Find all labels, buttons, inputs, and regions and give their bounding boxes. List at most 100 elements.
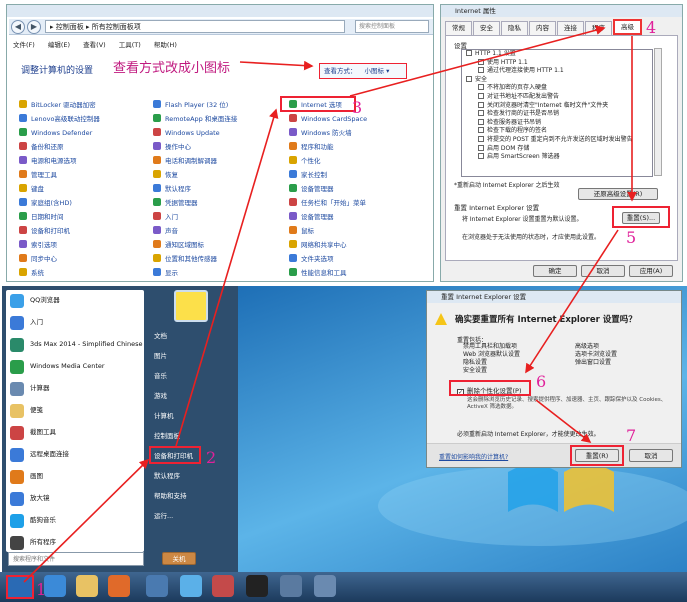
cp-item[interactable]: 个性化 — [289, 155, 367, 169]
ie-props-taskbar-icon[interactable] — [314, 575, 336, 597]
app-taskbar-icon[interactable] — [212, 575, 234, 597]
qq-browser-taskbar-icon[interactable] — [180, 575, 202, 597]
setting-row[interactable]: 启用 SmartScreen 筛选器 — [462, 153, 652, 162]
cp-item[interactable]: 设备管理器 — [289, 211, 367, 225]
ok-button[interactable]: 确定 — [533, 265, 577, 277]
tab-2[interactable]: 隐私 — [501, 21, 528, 35]
menu-file[interactable]: 文件(F) — [13, 41, 35, 49]
start-program-item[interactable]: 计算器 — [6, 378, 144, 400]
start-place-item[interactable]: 运行... — [150, 506, 236, 526]
cp-item[interactable]: Windows Update — [153, 127, 237, 141]
tab-0[interactable]: 常规 — [445, 21, 472, 35]
setting-row[interactable]: 对证书地址不匹配发出警告 — [462, 92, 652, 102]
setting-row[interactable]: 检查下载的程序的签名 — [462, 127, 652, 136]
back-button[interactable]: ◀ — [11, 20, 25, 34]
menu-view[interactable]: 查看(V) — [83, 41, 106, 49]
cp-item[interactable]: 网络和共享中心 — [289, 239, 367, 253]
cp-item[interactable]: 默认程序 — [153, 183, 237, 197]
tab-5[interactable]: 程序 — [585, 21, 612, 35]
help-link[interactable]: 重置如何影响我的计算机? — [439, 452, 508, 461]
start-place-item[interactable]: 帮助和支持 — [150, 486, 236, 506]
start-place-item[interactable]: 文档 — [150, 326, 236, 346]
cp-item[interactable]: RemoteApp 和桌面连接 — [153, 113, 237, 127]
cp-item[interactable]: 家庭组(含HD) — [19, 197, 100, 211]
apply-button[interactable]: 应用(A) — [629, 265, 673, 277]
start-button[interactable] — [6, 575, 34, 599]
cp-item[interactable]: Flash Player (32 位) — [153, 99, 237, 113]
start-program-item[interactable]: 入门 — [6, 312, 144, 334]
setting-row[interactable]: 关闭浏览器时清空"Internet 临时文件"文件夹 — [462, 101, 652, 111]
restore-advanced-button[interactable]: 还原高级设置(R) — [578, 188, 658, 200]
cp-taskbar-icon[interactable] — [280, 575, 302, 597]
cp-item[interactable]: 操作中心 — [153, 141, 237, 155]
cp-item[interactable]: 电话和调制解调器 — [153, 155, 237, 169]
start-program-item[interactable]: 3ds Max 2014 - Simplified Chinese — [6, 334, 144, 356]
tab-1[interactable]: 安全 — [473, 21, 500, 35]
start-place-item[interactable]: 计算机 — [150, 406, 236, 426]
start-place-item[interactable]: 游戏 — [150, 386, 236, 406]
start-place-item[interactable]: 控制面板 — [150, 426, 236, 446]
cp-item[interactable]: 电源和电源选项 — [19, 155, 100, 169]
cp-item[interactable]: 性能信息和工具 — [289, 267, 367, 281]
start-program-item[interactable]: Windows Media Center — [6, 356, 144, 378]
setting-row[interactable]: 检查发行商的证书是否吊销 — [462, 110, 652, 119]
cp-item[interactable]: 通知区域图标 — [153, 239, 237, 253]
forward-button[interactable]: ▶ — [27, 20, 41, 34]
cp-item[interactable]: 程序和功能 — [289, 141, 367, 155]
menu-tools[interactable]: 工具(T) — [119, 41, 141, 49]
start-program-item[interactable]: 画图 — [6, 466, 144, 488]
setting-row[interactable]: 不将加密的页存入硬盘 — [462, 84, 652, 93]
start-place-item[interactable]: 默认程序 — [150, 466, 236, 486]
search-input[interactable]: 搜索控制面板 — [355, 20, 429, 33]
start-place-item[interactable]: 音乐 — [150, 366, 236, 386]
cp-item[interactable]: 键盘 — [19, 183, 100, 197]
cp-item[interactable]: 位置和其他传感器 — [153, 253, 237, 267]
cp-item[interactable]: 任务栏和「开始」菜单 — [289, 197, 367, 211]
cp-item[interactable]: BitLocker 驱动器加密 — [19, 99, 100, 113]
cp-item[interactable]: 同步中心 — [19, 253, 100, 267]
cp-item[interactable]: 系统 — [19, 267, 100, 281]
tab-3[interactable]: 内容 — [529, 21, 556, 35]
start-program-item[interactable]: 截图工具 — [6, 422, 144, 444]
setting-row[interactable]: 将提交的 POST 重定向到不允许发送的区域时发出警告 — [462, 135, 652, 145]
ie-taskbar-icon[interactable] — [44, 575, 66, 597]
start-place-item[interactable]: 图片 — [150, 346, 236, 366]
cp-item[interactable]: 索引选项 — [19, 239, 100, 253]
user-avatar[interactable] — [174, 290, 208, 322]
menu-help[interactable]: 帮助(H) — [154, 41, 177, 49]
explorer-taskbar-icon[interactable] — [76, 575, 98, 597]
cp-item[interactable]: 鼠标 — [289, 225, 367, 239]
cp-item[interactable]: 恢复 — [153, 169, 237, 183]
cancel-reset-button[interactable]: 取消 — [629, 449, 673, 462]
setting-row[interactable]: 通过代理连接使用 HTTP 1.1 — [462, 67, 652, 76]
media-taskbar-icon[interactable] — [108, 575, 130, 597]
address-input[interactable]: ▸ 控制面板 ▸ 所有控制面板项 — [45, 20, 345, 33]
shutdown-button[interactable]: 关机 — [162, 552, 196, 565]
tab-6[interactable]: 高级 — [613, 19, 642, 35]
window-taskbar-icon[interactable] — [146, 575, 168, 597]
view-by-dropdown[interactable]: 查看方式： 小图标 ▾ — [319, 63, 407, 79]
cp-item[interactable]: 文件夹选项 — [289, 253, 367, 267]
cp-item[interactable]: 管理工具 — [19, 169, 100, 183]
cp-item[interactable]: 声音 — [153, 225, 237, 239]
cp-item[interactable]: 设备管理器 — [289, 183, 367, 197]
start-search-input[interactable]: 搜索程序和文件 — [8, 552, 144, 566]
menu-edit[interactable]: 编辑(E) — [48, 41, 70, 49]
scrollbar[interactable] — [654, 48, 662, 176]
cp-item[interactable]: 入门 — [153, 211, 237, 225]
setting-row[interactable]: HTTP 1.1 设置 — [462, 50, 652, 59]
cp-item[interactable]: 日期和时间 — [19, 211, 100, 225]
start-program-item[interactable]: 酷狗音乐 — [6, 510, 144, 532]
cp-item[interactable]: Lenovo高级联动控制器 — [19, 113, 100, 127]
setting-row[interactable]: 启用 DOM 存储 — [462, 144, 652, 154]
cp-item[interactable]: Windows 防火墙 — [289, 127, 367, 141]
cancel-button[interactable]: 取消 — [581, 265, 625, 277]
start-program-item[interactable]: 远程桌面连接 — [6, 444, 144, 466]
setting-row[interactable]: 使用 HTTP 1.1 — [462, 58, 652, 68]
cmd-taskbar-icon[interactable] — [246, 575, 268, 597]
cp-item[interactable]: 备份和还原 — [19, 141, 100, 155]
tab-4[interactable]: 连接 — [557, 21, 584, 35]
cp-item[interactable]: 显示 — [153, 267, 237, 281]
start-program-item[interactable]: 便笺 — [6, 400, 144, 422]
cp-item[interactable]: Windows Defender — [19, 127, 100, 141]
